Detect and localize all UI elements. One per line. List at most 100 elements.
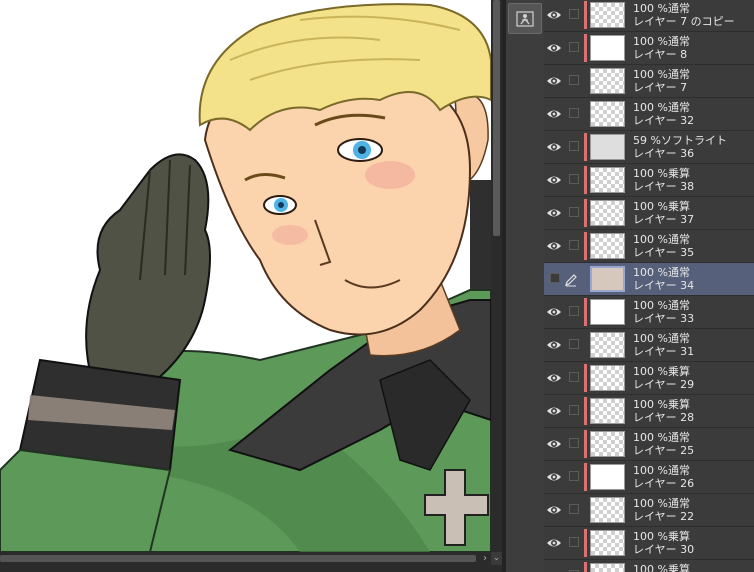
layer-thumbnail[interactable] <box>590 167 625 193</box>
eye-icon[interactable] <box>546 403 562 419</box>
layer-row[interactable]: 100 %通常 レイヤー 32 <box>544 98 754 131</box>
layer-thumbnail[interactable] <box>590 530 625 556</box>
layer-row[interactable]: 100 %通常 レイヤー 34 <box>544 263 754 296</box>
layer-lock-checkbox[interactable] <box>569 174 579 184</box>
eye-icon[interactable] <box>546 568 562 572</box>
eye-icon[interactable] <box>546 139 562 155</box>
eye-icon[interactable] <box>546 436 562 452</box>
layer-row[interactable]: 100 %乗算 レイヤー 37 <box>544 197 754 230</box>
layer-row[interactable]: 59 %ソフトライト レイヤー 36 <box>544 131 754 164</box>
eye-icon[interactable] <box>546 205 562 221</box>
layer-name: レイヤー 7 のコピー <box>633 15 735 28</box>
layer-info[interactable]: 100 %通常 レイヤー 7 のコピー <box>633 2 751 28</box>
eye-icon[interactable] <box>546 535 562 551</box>
layer-lock-checkbox[interactable] <box>569 372 579 382</box>
layer-row[interactable]: 100 %乗算 レイヤー 30 <box>544 527 754 560</box>
vertical-scrollbar[interactable] <box>491 0 502 552</box>
layer-row[interactable]: 100 %通常 レイヤー 22 <box>544 494 754 527</box>
eye-icon[interactable] <box>546 106 562 122</box>
layer-lock-checkbox[interactable] <box>569 42 579 52</box>
layer-row[interactable]: 100 %乗算 レイヤー 28 <box>544 395 754 428</box>
layer-thumbnail[interactable] <box>590 134 625 160</box>
layer-info[interactable]: 100 %通常 レイヤー 35 <box>633 233 751 259</box>
layer-info[interactable]: 100 %乗算 レイヤー 38 <box>633 167 751 193</box>
layer-info[interactable]: 100 %通常 レイヤー 8 <box>633 35 751 61</box>
layer-thumbnail[interactable] <box>590 563 625 572</box>
layer-lock-checkbox[interactable] <box>569 207 579 217</box>
layer-lock-checkbox[interactable] <box>569 537 579 547</box>
layer-lock-checkbox[interactable] <box>569 75 579 85</box>
layer-blend-mode: 100 %通常 <box>633 233 690 246</box>
scroll-down-arrow-icon[interactable]: ⌄ <box>491 552 502 565</box>
eye-icon[interactable] <box>546 304 562 320</box>
layer-thumbnail[interactable] <box>590 332 625 358</box>
layer-thumbnail[interactable] <box>590 200 625 226</box>
layer-row[interactable]: 100 %通常 レイヤー 25 <box>544 428 754 461</box>
layer-lock-checkbox[interactable] <box>569 504 579 514</box>
layer-thumbnail[interactable] <box>590 101 625 127</box>
layer-blend-mode: 100 %通常 <box>633 332 690 345</box>
layer-info[interactable]: 59 %ソフトライト レイヤー 36 <box>633 134 751 160</box>
layer-thumbnail[interactable] <box>590 35 625 61</box>
layer-thumbnail[interactable] <box>590 299 625 325</box>
layer-info[interactable]: 100 %通常 レイヤー 33 <box>633 299 751 325</box>
eye-icon[interactable] <box>546 238 562 254</box>
layer-info[interactable]: 100 %通常 レイヤー 26 <box>633 464 751 490</box>
layer-lock-checkbox[interactable] <box>569 9 579 19</box>
layer-info[interactable]: 100 %通常 レイヤー 31 <box>633 332 751 358</box>
layer-row[interactable]: 100 %通常 レイヤー 33 <box>544 296 754 329</box>
layer-info[interactable]: 100 %乗算 レイヤー 28 <box>633 398 751 424</box>
layer-info[interactable]: 100 %通常 レイヤー 22 <box>633 497 751 523</box>
visibility-toggle[interactable] <box>550 273 560 283</box>
eye-icon[interactable] <box>546 172 562 188</box>
eye-icon[interactable] <box>546 502 562 518</box>
layer-thumbnail[interactable] <box>590 266 625 292</box>
layer-lock-checkbox[interactable] <box>569 438 579 448</box>
layer-row[interactable]: 100 %乗算 レイヤー 29 <box>544 362 754 395</box>
eye-icon[interactable] <box>546 370 562 386</box>
eye-icon[interactable] <box>546 40 562 56</box>
layer-lock-checkbox[interactable] <box>569 306 579 316</box>
layer-info[interactable]: 100 %乗算 <box>633 563 751 572</box>
layer-thumbnail[interactable] <box>590 497 625 523</box>
layer-info[interactable]: 100 %乗算 レイヤー 30 <box>633 530 751 556</box>
eye-icon[interactable] <box>546 73 562 89</box>
layer-row[interactable]: 100 %乗算 レイヤー 38 <box>544 164 754 197</box>
layer-row[interactable]: 100 %乗算 <box>544 560 754 572</box>
eye-icon[interactable] <box>546 469 562 485</box>
layer-lock-checkbox[interactable] <box>569 108 579 118</box>
layer-lock-checkbox[interactable] <box>569 471 579 481</box>
layer-row[interactable]: 100 %通常 レイヤー 35 <box>544 230 754 263</box>
drawing-canvas[interactable] <box>0 0 491 552</box>
layer-row[interactable]: 100 %通常 レイヤー 26 <box>544 461 754 494</box>
layer-row[interactable]: 100 %通常 レイヤー 8 <box>544 32 754 65</box>
layer-row[interactable]: 100 %通常 レイヤー 7 <box>544 65 754 98</box>
layer-info[interactable]: 100 %乗算 レイヤー 29 <box>633 365 751 391</box>
layer-thumbnail[interactable] <box>590 365 625 391</box>
layer-info[interactable]: 100 %通常 レイヤー 25 <box>633 431 751 457</box>
layer-lock-checkbox[interactable] <box>569 240 579 250</box>
layer-thumbnail[interactable] <box>590 464 625 490</box>
layer-lock-checkbox[interactable] <box>569 141 579 151</box>
scroll-right-arrow-icon[interactable]: › <box>479 552 491 565</box>
reference-layer-button[interactable] <box>508 3 542 34</box>
layer-row[interactable]: 100 %通常 レイヤー 7 のコピー <box>544 0 754 32</box>
layer-thumbnail[interactable] <box>590 68 625 94</box>
vertical-scrollbar-thumb[interactable] <box>493 0 500 236</box>
layer-row[interactable]: 100 %通常 レイヤー 31 <box>544 329 754 362</box>
layer-info[interactable]: 100 %通常 レイヤー 32 <box>633 101 751 127</box>
layer-info[interactable]: 100 %通常 レイヤー 34 <box>633 266 751 292</box>
layer-thumbnail[interactable] <box>590 233 625 259</box>
layer-lock-checkbox[interactable] <box>569 405 579 415</box>
layer-thumbnail[interactable] <box>590 2 625 28</box>
layer-name: レイヤー 7 <box>633 81 688 94</box>
layer-lock-checkbox[interactable] <box>569 339 579 349</box>
layer-info[interactable]: 100 %乗算 レイヤー 37 <box>633 200 751 226</box>
layer-thumbnail[interactable] <box>590 398 625 424</box>
eye-icon[interactable] <box>546 337 562 353</box>
eye-icon[interactable] <box>546 7 562 23</box>
horizontal-scrollbar-thumb[interactable] <box>0 555 476 562</box>
layer-info[interactable]: 100 %通常 レイヤー 7 <box>633 68 751 94</box>
layer-thumbnail[interactable] <box>590 431 625 457</box>
horizontal-scrollbar[interactable] <box>0 552 491 565</box>
